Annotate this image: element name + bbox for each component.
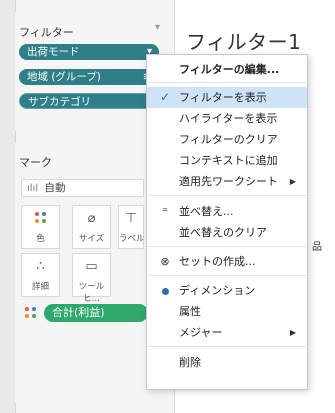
menu-separator (148, 82, 306, 83)
size-tile-label: サイズ (78, 234, 105, 244)
menu-item-label: フィルターのクリア (179, 133, 278, 146)
filter-pill-region-group[interactable]: 地域 (グループ) ≡ (19, 69, 159, 85)
menu-item-label: 削除 (179, 356, 201, 369)
menu-item-remove[interactable]: 削除 (147, 352, 307, 373)
tooltip-tile[interactable]: ▭ ツールヒ... (72, 253, 111, 304)
filter-pill-label: 出荷モード (27, 46, 80, 58)
menu-item-label: フィルターを表示 (179, 91, 267, 104)
menu-item-edit-filter[interactable]: フィルターの編集... (147, 59, 307, 80)
menu-item-show-highlighter[interactable]: ハイライターを表示 (147, 108, 307, 129)
menu-item-create-set[interactable]: ⊗ セットの作成... (147, 251, 307, 272)
clipped-sheet-text: 品 (312, 242, 322, 253)
menu-item-label: 並べ替え... (179, 205, 234, 218)
text-label-icon: ⊤ (125, 211, 137, 226)
menu-item-label: メジャー (179, 326, 223, 339)
measure-pill-label: 合計(利益) (52, 306, 105, 319)
mark-type-dropdown[interactable]: ılıl 自動 (21, 179, 144, 197)
label-tile[interactable]: ⊤ ラベル (118, 205, 144, 249)
menu-item-label: フィルターの編集... (179, 63, 280, 76)
sort-icon: ⁼ (162, 205, 168, 218)
size-icon: ⌀ (87, 211, 96, 226)
submenu-arrow-icon: ▶ (289, 177, 296, 186)
menu-item-add-to-context[interactable]: コンテキストに追加 (147, 150, 307, 171)
submenu-arrow-icon: ▶ (289, 328, 296, 337)
tooltip-icon: ▭ (85, 259, 98, 274)
filters-dropdown-icon[interactable]: ▾ (155, 22, 160, 33)
menu-item-apply-to-worksheets[interactable]: 適用先ワークシート ▶ (147, 171, 307, 192)
menu-item-attribute[interactable]: 属性 (147, 301, 307, 322)
filter-pill-subcategory[interactable]: サブカテゴリ (19, 93, 159, 109)
menu-item-label: 適用先ワークシート (179, 175, 278, 188)
filter-pill-label: 地域 (グループ) (27, 71, 101, 83)
menu-item-dimension[interactable]: ディメンション (147, 280, 307, 301)
size-tile[interactable]: ⌀ サイズ (72, 205, 111, 249)
color-tile-label: 色 (36, 234, 45, 244)
tooltip-tile-label: ツールヒ... (78, 282, 105, 304)
menu-separator (148, 195, 306, 196)
set-icon: ⊗ (160, 255, 170, 268)
menu-separator (148, 346, 306, 347)
marks-title: マーク (19, 156, 52, 169)
sheet-title: フィルター1 (186, 30, 302, 54)
menu-item-clear-filter[interactable]: フィルターのクリア (147, 129, 307, 150)
menu-item-label: ディメンション (179, 284, 256, 297)
menu-item-sort[interactable]: ⁼ 並べ替え... (147, 201, 307, 222)
menu-item-label: 並べ替えのクリア (179, 226, 267, 239)
color-tile[interactable]: 色 (21, 205, 60, 249)
detail-tile[interactable]: ∴ 詳細 (21, 253, 60, 297)
measure-pill-profit-sum[interactable]: 合計(利益) (44, 304, 148, 322)
filters-title: フィルター (19, 26, 74, 39)
label-tile-label: ラベル (119, 234, 143, 244)
color-dots-icon (22, 211, 59, 226)
filter-context-menu: フィルターの編集... ✓ フィルターを表示 ハイライターを表示 フィルターのク… (146, 54, 308, 390)
menu-separator (148, 275, 306, 276)
checkmark-icon: ✓ (159, 90, 171, 104)
radio-selected-icon (158, 280, 172, 301)
menu-item-measure[interactable]: メジャー ▶ (147, 322, 307, 343)
menu-item-label: ハイライターを表示 (179, 112, 278, 125)
menu-item-show-filter[interactable]: ✓ フィルターを表示 (147, 87, 307, 108)
detail-tile-label: 詳細 (31, 282, 49, 292)
menu-item-label: コンテキストに追加 (179, 154, 278, 167)
bar-chart-icon: ılıl (27, 183, 39, 194)
filter-pill-ship-mode[interactable]: 出荷モード ▾ (19, 44, 159, 60)
mark-type-label: 自動 (44, 182, 66, 194)
menu-item-clear-sort[interactable]: 並べ替えのクリア (147, 222, 307, 243)
menu-item-label: 属性 (179, 305, 201, 318)
filter-pill-label: サブカテゴリ (28, 96, 91, 108)
menu-separator (148, 246, 306, 247)
detail-dots-icon: ∴ (36, 259, 45, 274)
menu-item-label: セットの作成... (179, 255, 256, 268)
color-dots-icon (24, 306, 38, 320)
tableau-workspace: フィルター ▾ 出荷モード ▾ 地域 (グループ) ≡ サブカテゴリ マーク ı… (0, 0, 335, 413)
